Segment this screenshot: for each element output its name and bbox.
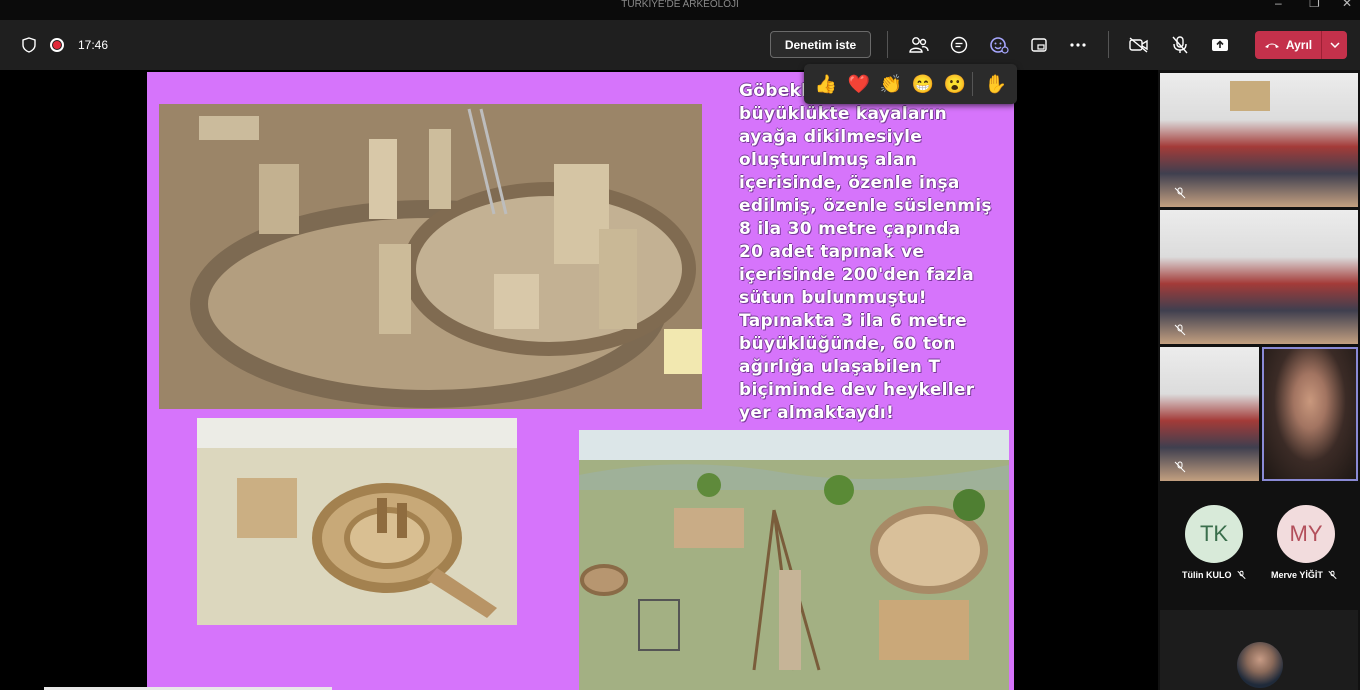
minimize-icon[interactable]: – [1275,0,1282,10]
slide-text-line: biçiminde dev heykeller [739,380,975,400]
restore-icon[interactable]: ❐ [1309,0,1320,10]
heart-reaction-icon[interactable]: ❤️ [847,72,871,96]
excavation-photo [159,104,702,409]
participant-video-tile[interactable] [1160,347,1259,481]
slide-text-line: yer almaktaydı! [739,403,895,423]
title-bar: TÜRKİYE'DE ARKEOLOJİ – ❐ ✕ [0,0,1360,20]
slide-text-line: ağırlığa ulaşabilen T [739,357,941,377]
slide-text-line: ayağa dikilmesiyle [739,127,923,147]
temple-illustration [197,418,517,625]
mic-off-icon [1174,187,1186,199]
slide-text-line: içerisinde, özenle inşa [739,173,960,193]
slide-text-line: büyüklükte kayaların [739,104,947,124]
mic-off-icon [1174,324,1186,336]
request-control-button[interactable]: Denetim iste [770,31,871,58]
raise-hand-icon[interactable]: ✋ [984,72,1008,96]
slide-text-line: oluşturulmuş alan [739,150,918,170]
leave-label: Ayrıl [1285,38,1313,52]
slide-text-line: içerisinde 200'den fazla [739,265,974,285]
people-icon[interactable] [908,34,930,56]
participant-name-label: Merve YİĞİT [1271,570,1323,580]
phone-icon [1264,43,1279,48]
mic-off-icon[interactable] [1169,34,1191,56]
participant-name: Merve YİĞİT [1271,570,1337,580]
meeting-toolbar: 17:46 Denetim iste Ayrıl [0,20,1360,70]
chat-icon[interactable] [948,34,970,56]
slide-text-line: edilmiş, özenle süslenmiş [739,196,992,216]
chevron-down-icon[interactable] [1322,42,1347,48]
participant-video-tile[interactable] [1160,210,1358,344]
more-icon[interactable] [1067,34,1089,56]
close-icon[interactable]: ✕ [1342,0,1352,10]
surprised-reaction-icon[interactable]: 😮 [943,72,967,96]
slide-text-line: 8 ila 30 metre çapında [739,219,961,239]
slide-text-line: sütun bulunmuştu! [739,288,927,308]
window-title: TÜRKİYE'DE ARKEOLOJİ [621,0,739,10]
record-icon [50,38,64,52]
reactions-divider [972,72,973,96]
toolbar-divider [1108,31,1109,58]
active-speaker-video-tile[interactable] [1262,347,1358,481]
like-reaction-icon[interactable]: 👍 [814,72,838,96]
leave-main[interactable]: Ayrıl [1255,38,1321,52]
mic-off-icon [1174,461,1186,473]
participant-name: Tülin KULO [1182,570,1246,580]
toolbar-divider [887,31,888,58]
mic-off-icon [1328,570,1337,580]
village-reconstruction-illustration [579,430,1009,690]
meeting-timer: 17:46 [78,38,109,52]
avatar[interactable]: MY [1277,505,1335,563]
leave-button[interactable]: Ayrıl [1255,31,1347,59]
participant-name-label: Tülin KULO [1182,570,1232,580]
presentation-slide: Göbekli büyüklükte kayaların ayağa dikil… [147,72,1014,690]
share-icon[interactable] [1209,34,1231,56]
avatar[interactable]: TK [1185,505,1243,563]
slide-text-line: Tapınakta 3 ila 6 metre [739,311,967,331]
slide-text-line: büyüklüğünde, 60 ton [739,334,956,354]
reactions-popup: 👍 ❤️ 👏 😁 😮 ✋ [804,64,1017,104]
slide-body-text: Göbekli büyüklükte kayaların ayağa dikil… [739,80,1009,425]
laugh-reaction-icon[interactable]: 😁 [911,72,935,96]
mic-off-icon [1236,570,1246,580]
share-tray-icon[interactable] [1028,34,1050,56]
reactions-icon[interactable] [988,34,1010,56]
classroom-board [1230,81,1270,111]
slide-text-line: 20 adet tapınak ve [739,242,925,262]
participant-video-tile[interactable] [1160,73,1358,207]
camera-off-icon[interactable] [1128,34,1150,56]
avatar [1237,642,1283,688]
applause-reaction-icon[interactable]: 👏 [879,72,903,96]
shield-icon [22,37,36,53]
